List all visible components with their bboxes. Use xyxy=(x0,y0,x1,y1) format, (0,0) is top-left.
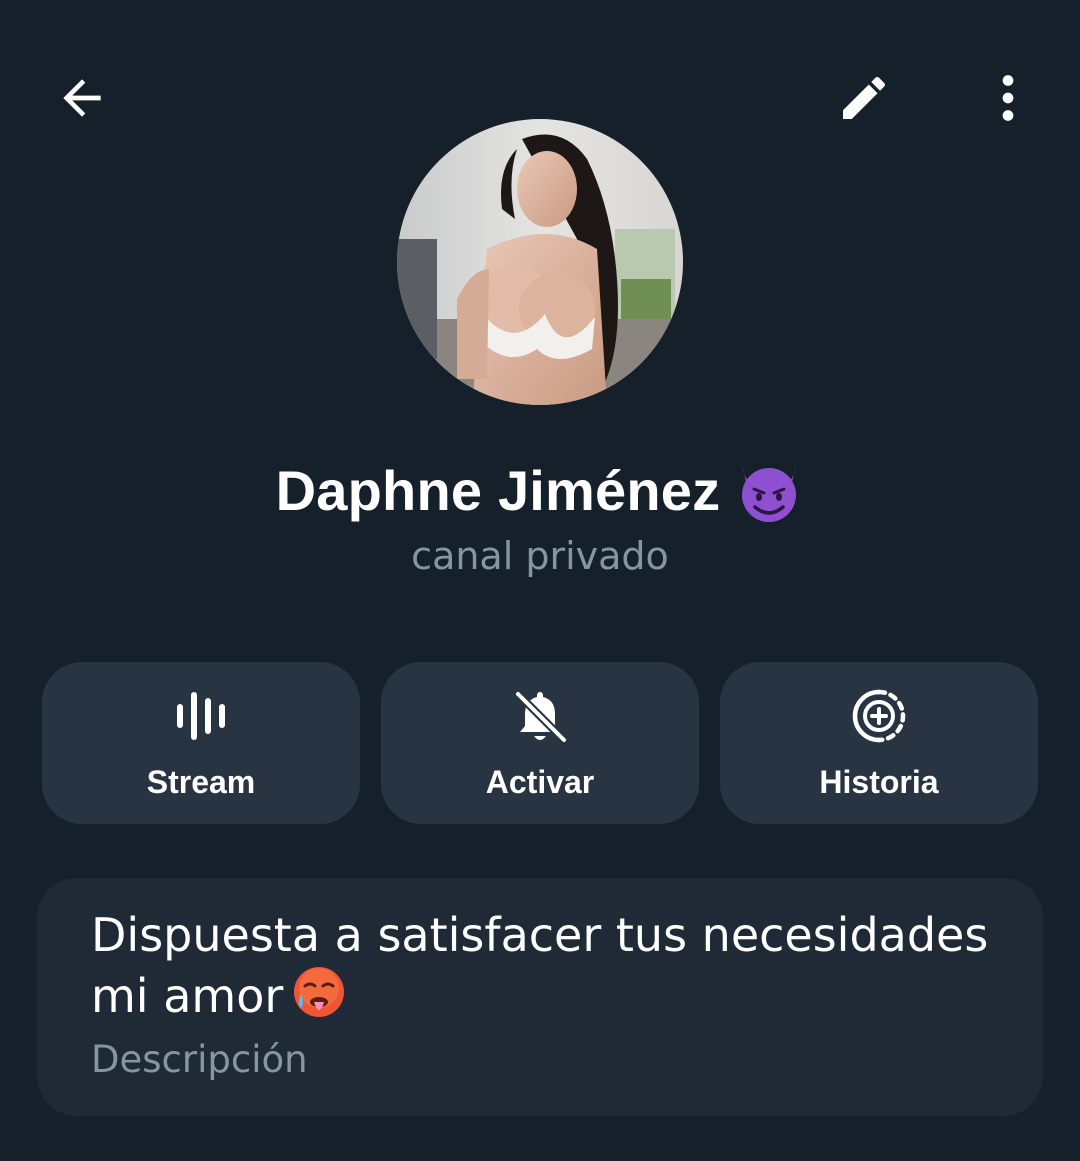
pencil-icon xyxy=(843,76,886,119)
profile-subtitle: canal privado xyxy=(411,534,669,578)
vertical-dots-icon xyxy=(1002,75,1014,121)
story-button[interactable]: Historia xyxy=(720,662,1038,824)
back-button[interactable] xyxy=(34,50,130,146)
add-story-icon xyxy=(852,689,906,743)
description-card[interactable]: Dispuesta a satisfacer tus necesidades m… xyxy=(37,878,1043,1116)
bio-text: Dispuesta a satisfacer tus necesidades m… xyxy=(91,906,1011,1025)
profile-photo xyxy=(397,119,683,405)
bio-line-1: Dispuesta a satisfacer tus necesidades xyxy=(91,908,989,962)
stream-label: Stream xyxy=(146,764,256,800)
stream-button[interactable]: Stream xyxy=(42,662,360,824)
bell-off-icon xyxy=(515,691,567,743)
profile-name-row: Daphne Jiménez xyxy=(0,455,1080,525)
activate-notifications-button[interactable]: Activar xyxy=(381,662,699,824)
hot-face-emoji xyxy=(294,967,345,1017)
edit-button[interactable] xyxy=(816,50,912,146)
profile-avatar[interactable] xyxy=(397,119,683,405)
arrow-left-icon xyxy=(63,79,101,117)
profile-name: Daphne Jiménez xyxy=(275,458,721,522)
description-label: Descripción xyxy=(91,1038,308,1081)
bio-line-2: mi amor xyxy=(91,969,284,1023)
activate-label: Activar xyxy=(485,764,595,800)
more-options-button[interactable] xyxy=(960,50,1056,146)
smiling-devil-emoji xyxy=(742,465,797,522)
story-label: Historia xyxy=(819,764,939,800)
live-stream-icon xyxy=(177,692,225,740)
